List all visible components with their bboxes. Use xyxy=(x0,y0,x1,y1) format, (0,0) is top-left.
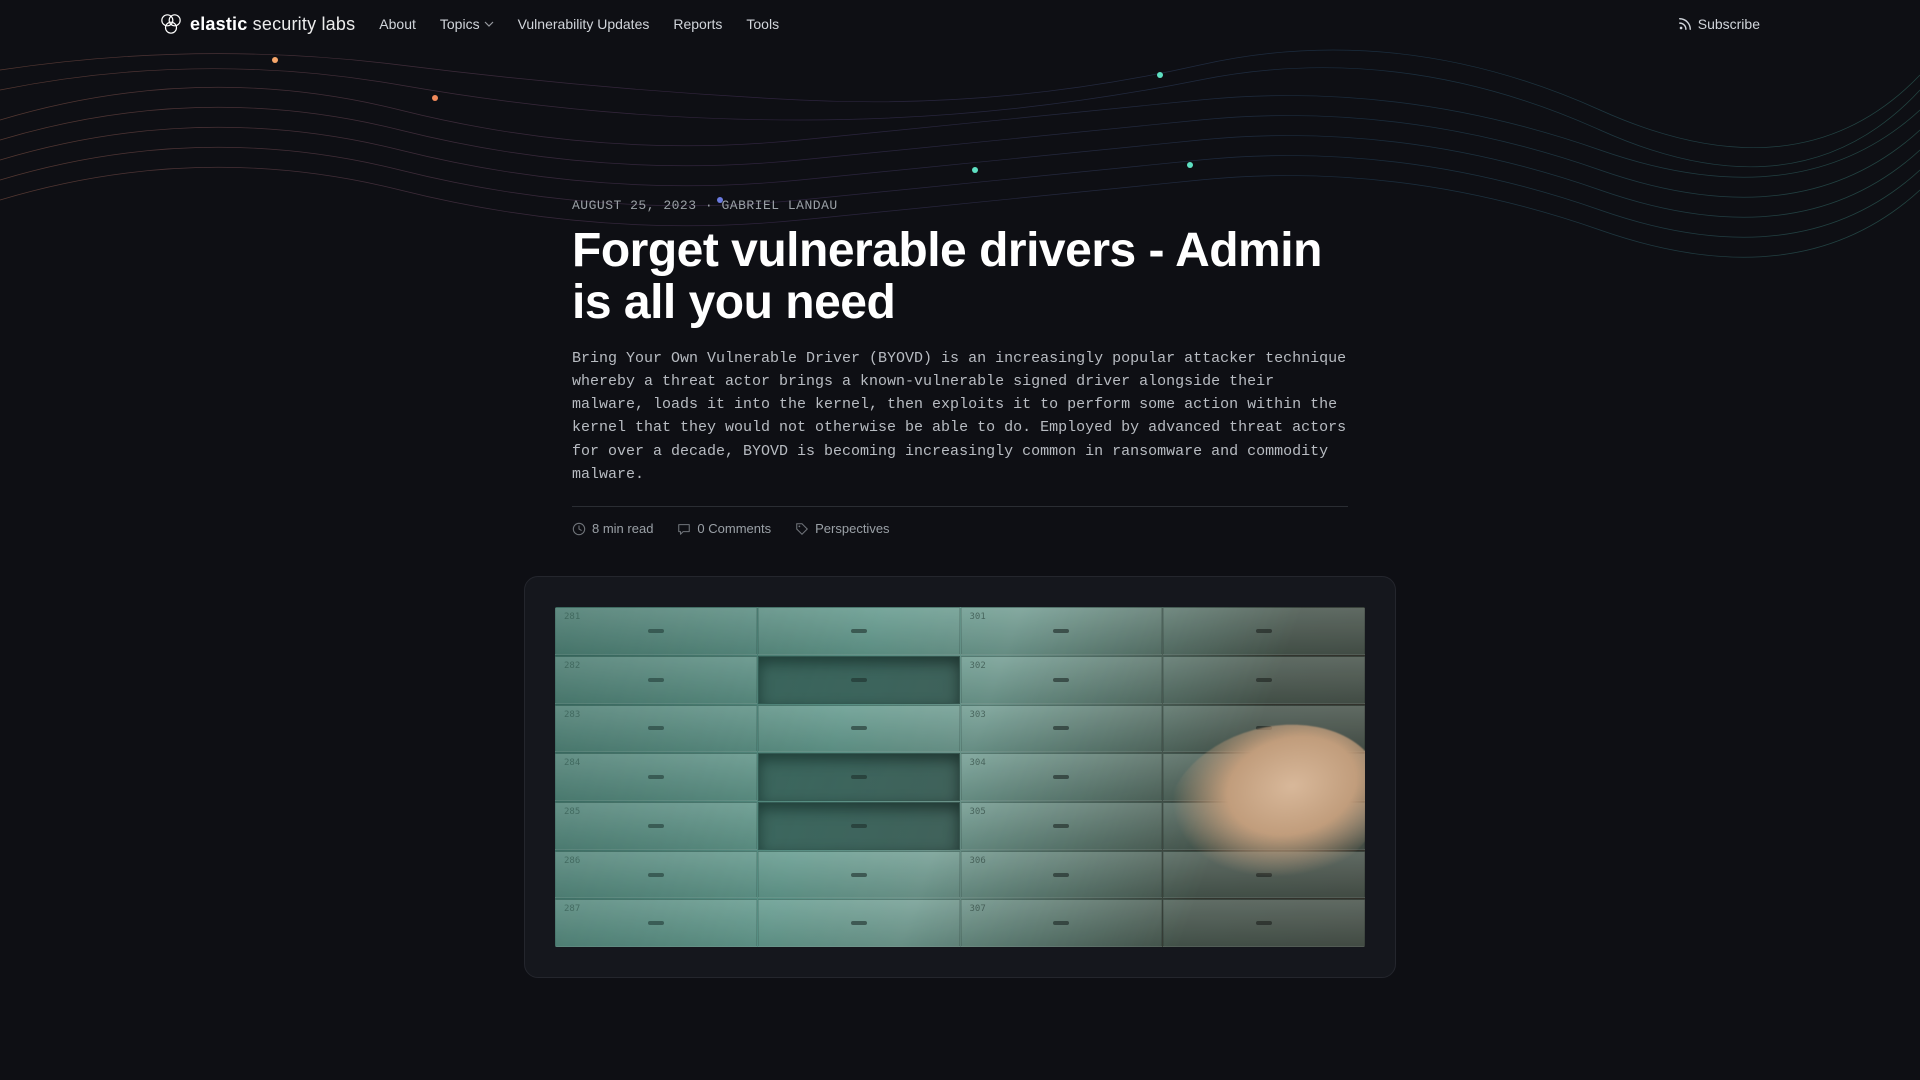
chevron-down-icon xyxy=(484,19,494,29)
article-date: AUGUST 25, 2023 xyxy=(572,198,697,213)
comment-icon xyxy=(677,522,691,536)
hero-image: 2813012823022833032843042853052863062873… xyxy=(555,607,1365,947)
nav-tools[interactable]: Tools xyxy=(746,16,779,32)
article-header: AUGUST 25, 2023 · GABRIEL LANDAU Forget … xyxy=(572,48,1348,536)
article-author[interactable]: GABRIEL LANDAU xyxy=(721,198,837,213)
article-submeta: 8 min read 0 Comments Perspectives xyxy=(572,521,1348,536)
read-time: 8 min read xyxy=(572,521,653,536)
elastic-logo-icon xyxy=(160,13,182,35)
brand-logo[interactable]: elastic security labs xyxy=(160,13,355,35)
article-title: Forget vulnerable drivers - Admin is all… xyxy=(572,225,1348,329)
article-summary: Bring Your Own Vulnerable Driver (BYOVD)… xyxy=(572,347,1348,508)
nav-about[interactable]: About xyxy=(379,16,416,32)
comments-count[interactable]: 0 Comments xyxy=(677,521,771,536)
clock-icon xyxy=(572,522,586,536)
rss-icon xyxy=(1678,17,1692,31)
category-tag[interactable]: Perspectives xyxy=(795,521,889,536)
brand-name: elastic security labs xyxy=(190,14,355,35)
top-nav: elastic security labs About Topics Vulne… xyxy=(0,0,1920,48)
nav-left: elastic security labs About Topics Vulne… xyxy=(160,13,779,35)
nav-vuln-updates[interactable]: Vulnerability Updates xyxy=(518,16,650,32)
nav-topics[interactable]: Topics xyxy=(440,16,494,32)
hero-image-card: 2813012823022833032843042853052863062873… xyxy=(524,576,1396,978)
article-meta: AUGUST 25, 2023 · GABRIEL LANDAU xyxy=(572,198,1348,213)
nav-reports[interactable]: Reports xyxy=(673,16,722,32)
tag-icon xyxy=(795,522,809,536)
subscribe-link[interactable]: Subscribe xyxy=(1678,16,1760,32)
